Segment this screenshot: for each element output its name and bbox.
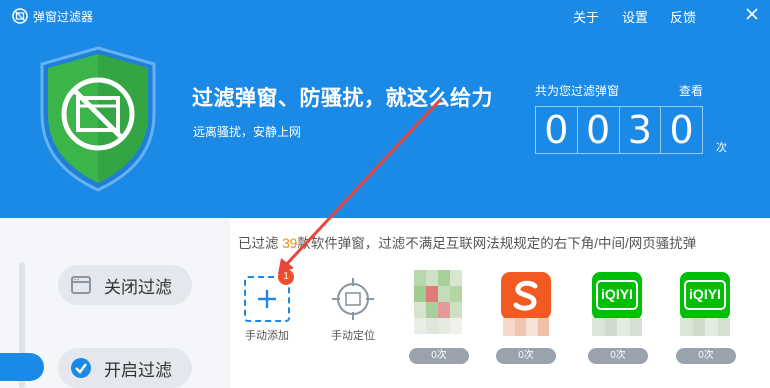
app-logo-icon [12,8,28,24]
desc-prefix: 已过滤 [238,236,283,251]
blurred-app-icon[interactable] [414,270,462,334]
title-bar: 弹窗过滤器 关于 设置 反馈 [0,0,770,30]
app-filter-count: 0次 [496,348,556,364]
feedback-link[interactable]: 反馈 [670,7,696,26]
counter-digit: 0 [578,107,620,153]
app-filter-count: 0次 [588,348,648,364]
filter-count-label: 共为您过滤弹窗 [535,84,620,98]
view-history-link[interactable]: 查看 [679,82,703,99]
iqiyi-app-icon-2[interactable]: iQIYI [680,272,730,320]
iqiyi-logo-text: iQIYI [689,286,721,302]
counter-digit: 3 [620,107,662,153]
check-icon [71,358,91,378]
manual-locate-label: 手动定位 [331,330,375,342]
filter-description: 已过滤 39款软件弹窗，过滤不满足互联网法规规定的右下角/中间/网页骚扰弹 [238,232,696,252]
close-filter-label: 关闭过滤 [104,277,172,297]
plus-icon [258,290,276,308]
filtered-app-count: 39 [282,236,298,251]
app-title: 弹窗过滤器 [33,10,94,24]
window-icon [71,276,91,294]
close-icon[interactable] [740,4,764,26]
sogou-app-icon[interactable] [501,272,551,320]
iqiyi-logo-text: iQIYI [601,286,633,302]
shield-icon [40,46,156,192]
header-banner: 弹窗过滤器 关于 设置 反馈 过滤弹窗、防骚扰，就这么给力 远离骚扰，安静上网 … [0,0,770,218]
subline: 远离骚扰，安静上网 [193,125,302,139]
open-filter-button[interactable]: 开启过滤 [58,348,192,388]
manual-add-label: 手动添加 [245,330,289,342]
close-filter-button[interactable]: 关闭过滤 [58,265,192,305]
open-filter-label: 开启过滤 [104,360,172,380]
counter-unit: 次 [716,142,727,154]
iqiyi-app-icon[interactable]: iQIYI [592,272,642,320]
notification-badge: 1 [278,269,294,285]
toggle-knob[interactable] [0,353,44,381]
app-filter-count: 0次 [676,348,736,364]
blurred-strip [592,318,642,336]
counter-digit: 0 [536,107,578,153]
filter-counter: 0 0 3 0 [535,106,703,154]
headline: 过滤弹窗、防骚扰，就这么给力 [192,87,493,110]
desc-suffix: 款软件弹窗，过滤不满足互联网法规规定的右下角/中间/网页骚扰弹 [297,236,697,251]
crosshair-icon [332,278,374,320]
settings-link[interactable]: 设置 [622,7,648,26]
manual-locate-button[interactable] [330,276,376,322]
counter-digit: 0 [669,108,694,152]
blurred-strip [503,318,549,336]
blurred-strip [680,318,730,336]
about-link[interactable]: 关于 [573,7,599,26]
app-filter-count: 0次 [409,348,469,364]
